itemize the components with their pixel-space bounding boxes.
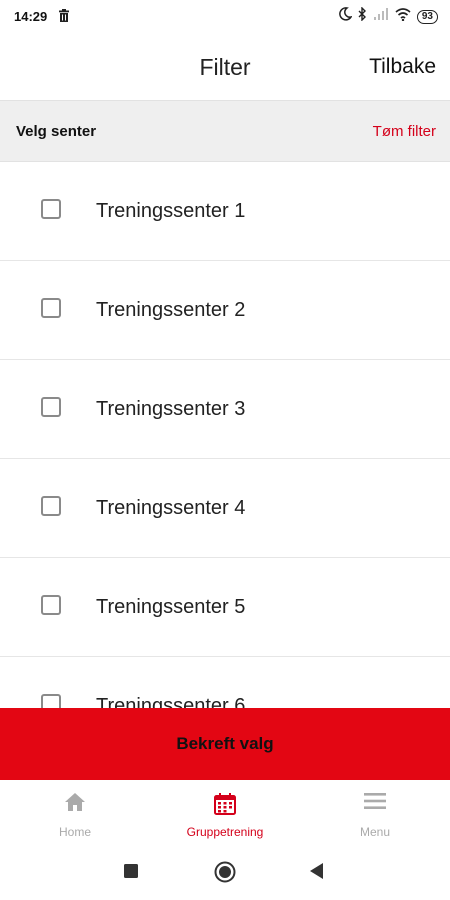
center-name: Treningssenter 4 <box>96 497 246 519</box>
list-item[interactable]: Treningssenter 6 <box>0 657 450 708</box>
system-nav-bar <box>0 842 450 900</box>
trash-icon <box>58 9 70 27</box>
menu-icon <box>364 792 386 815</box>
confirm-button-label: Bekreft valg <box>176 734 274 753</box>
back-button[interactable]: Tilbake <box>369 55 436 79</box>
tab-label: Gruppetrening <box>186 825 264 839</box>
list-item[interactable]: Treningssenter 2 <box>0 261 450 360</box>
center-list: Treningssenter 1 Treningssenter 2 Trenin… <box>0 162 450 708</box>
tab-home[interactable]: Home <box>0 780 150 842</box>
status-time: 14:29 <box>14 9 48 24</box>
home-nav-button[interactable] <box>214 861 236 888</box>
back-nav-button[interactable] <box>310 863 324 884</box>
recents-button[interactable] <box>124 864 138 883</box>
status-icons: 93 <box>338 6 438 26</box>
checkbox[interactable] <box>41 496 61 516</box>
list-item[interactable]: Treningssenter 3 <box>0 360 450 459</box>
list-item[interactable]: Treningssenter 1 <box>0 162 450 261</box>
status-bar: 14:29 93 <box>0 0 450 34</box>
checkbox[interactable] <box>41 298 61 318</box>
list-item[interactable]: Treningssenter 4 <box>0 459 450 558</box>
tab-label: Home <box>58 825 91 839</box>
checkbox[interactable] <box>41 397 61 417</box>
section-label: Velg senter <box>16 123 97 140</box>
calendar-icon <box>213 792 237 821</box>
checkbox[interactable] <box>41 694 61 708</box>
bottom-tab-bar: Home Gruppetrening Menu <box>0 780 450 842</box>
center-name: Treningssenter 1 <box>96 200 246 222</box>
signal-icon <box>373 7 389 26</box>
clear-filter-button[interactable]: Tøm filter <box>373 123 436 140</box>
battery-indicator: 93 <box>416 9 438 24</box>
center-name: Treningssenter 6 <box>96 695 246 708</box>
center-name: Treningssenter 2 <box>96 299 246 321</box>
confirm-button[interactable]: Bekreft valg <box>0 708 450 780</box>
home-icon <box>64 792 86 817</box>
moon-icon <box>338 7 353 26</box>
center-name: Treningssenter 5 <box>96 596 246 618</box>
wifi-icon <box>395 7 411 26</box>
checkbox[interactable] <box>41 199 61 219</box>
tab-gruppetrening[interactable]: Gruppetrening <box>150 780 300 842</box>
bluetooth-icon <box>358 6 367 26</box>
tab-menu[interactable]: Menu <box>300 780 450 842</box>
list-item[interactable]: Treningssenter 5 <box>0 558 450 657</box>
top-bar: Filter Tilbake <box>0 34 450 100</box>
tab-label: Menu <box>359 825 391 839</box>
checkbox[interactable] <box>41 595 61 615</box>
center-name: Treningssenter 3 <box>96 398 246 420</box>
section-header: Velg senter Tøm filter <box>0 100 450 162</box>
